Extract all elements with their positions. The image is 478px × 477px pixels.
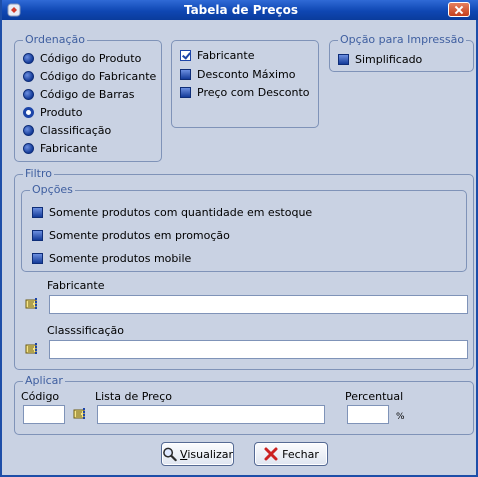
checkbox-icon[interactable] [32,252,43,264]
checkbox-label: Fabricante [197,48,255,62]
opcoes-legend: Opções [30,183,75,197]
checkbox-icon[interactable] [180,68,191,80]
checkbox-label: Simplificado [355,52,423,66]
fechar-label: Fechar [282,447,319,461]
ordenacao-group: Ordenação Código do Produto Código do Fa… [14,33,162,162]
radio-codigo-barras[interactable]: Código de Barras [23,86,135,102]
aplicar-group: Aplicar Código Lista de Preço Percentual… [14,374,474,435]
checkbox-label: Somente produtos em promoção [49,228,230,242]
percent-unit: % [396,412,405,422]
classificacao-label: Classsificação [47,324,124,337]
radio-label: Fabricante [40,141,98,155]
checkbox-icon[interactable] [338,53,349,65]
radio-icon[interactable] [23,124,34,136]
checkbox-label: Somente produtos com quantidade em estoq… [49,205,313,219]
fabricante-input[interactable] [49,295,468,314]
codigo-input[interactable] [23,405,65,424]
checkbox-label: Somente produtos mobile [49,251,192,265]
check-estoque[interactable]: Somente produtos com quantidade em estoq… [32,204,312,220]
classificacao-input[interactable] [49,340,468,359]
checkbox-icon[interactable] [32,229,43,241]
checkbox-label: Desconto Máximo [197,67,296,81]
window-title: Tabela de Preços [183,3,299,17]
opcoes-group: Opções Somente produtos com quantidade e… [21,183,467,272]
checkbox-label: Preço com Desconto [197,85,310,99]
codigo-label: Código [21,390,60,403]
radio-icon[interactable] [23,52,34,64]
ordenacao-legend: Ordenação [23,33,87,47]
aplicar-legend: Aplicar [23,374,65,388]
filtro-group: Filtro Opções Somente produtos com quant… [14,167,474,370]
radio-produto[interactable]: Produto [23,104,82,120]
radio-icon[interactable] [23,88,34,100]
close-x-icon [264,447,278,461]
radio-label: Código do Fabricante [40,69,157,83]
check-fabricante[interactable]: Fabricante [180,47,254,63]
radio-label: Classificação [40,123,112,137]
checkbox-icon[interactable] [32,206,43,218]
radio-selected-icon[interactable] [23,106,34,118]
lookup-icon[interactable] [25,297,41,311]
filtro-legend: Filtro [23,167,54,181]
radio-classificacao[interactable]: Classificação [23,122,111,138]
radio-fabricante[interactable]: Fabricante [23,140,97,156]
radio-icon[interactable] [23,142,34,154]
radio-codigo-produto[interactable]: Código do Produto [23,50,141,66]
check-preco-desconto[interactable]: Preço com Desconto [180,84,310,100]
percentual-label: Percentual [345,390,404,403]
radio-label: Código de Barras [40,87,135,101]
lookup-icon[interactable] [73,407,89,421]
radio-label: Código do Produto [40,51,142,65]
colunas-group: Fabricante Desconto Máximo Preço com Des… [171,40,319,128]
check-mobile[interactable]: Somente produtos mobile [32,250,191,266]
checkbox-icon[interactable] [180,86,191,98]
check-simplificado[interactable]: Simplificado [338,51,422,67]
radio-label: Produto [40,105,83,119]
visualizar-label: Visualizar [180,447,233,461]
title-bar[interactable]: Tabela de Preços [2,0,478,20]
radio-codigo-fabricante[interactable]: Código do Fabricante [23,68,156,84]
radio-icon[interactable] [23,70,34,82]
impressao-legend: Opção para Impressão [338,33,467,47]
visualizar-button[interactable]: Visualizar [161,442,234,466]
fabricante-label: Fabricante [47,279,105,292]
lista-preco-label: Lista de Preço [95,390,172,403]
impressao-group: Opção para Impressão Simplificado [329,33,474,72]
check-desconto-maximo[interactable]: Desconto Máximo [180,66,296,82]
percentual-input[interactable] [347,405,389,424]
magnifier-icon [163,447,177,462]
checkbox-checked-icon[interactable] [180,49,191,61]
close-icon[interactable] [448,2,470,17]
lookup-icon[interactable] [25,342,41,356]
check-promocao[interactable]: Somente produtos em promoção [32,227,230,243]
dialog-window: Tabela de Preços Ordenação Código do Pro… [0,0,478,477]
fechar-button[interactable]: Fechar [254,442,328,466]
lista-preco-input[interactable] [97,405,325,424]
